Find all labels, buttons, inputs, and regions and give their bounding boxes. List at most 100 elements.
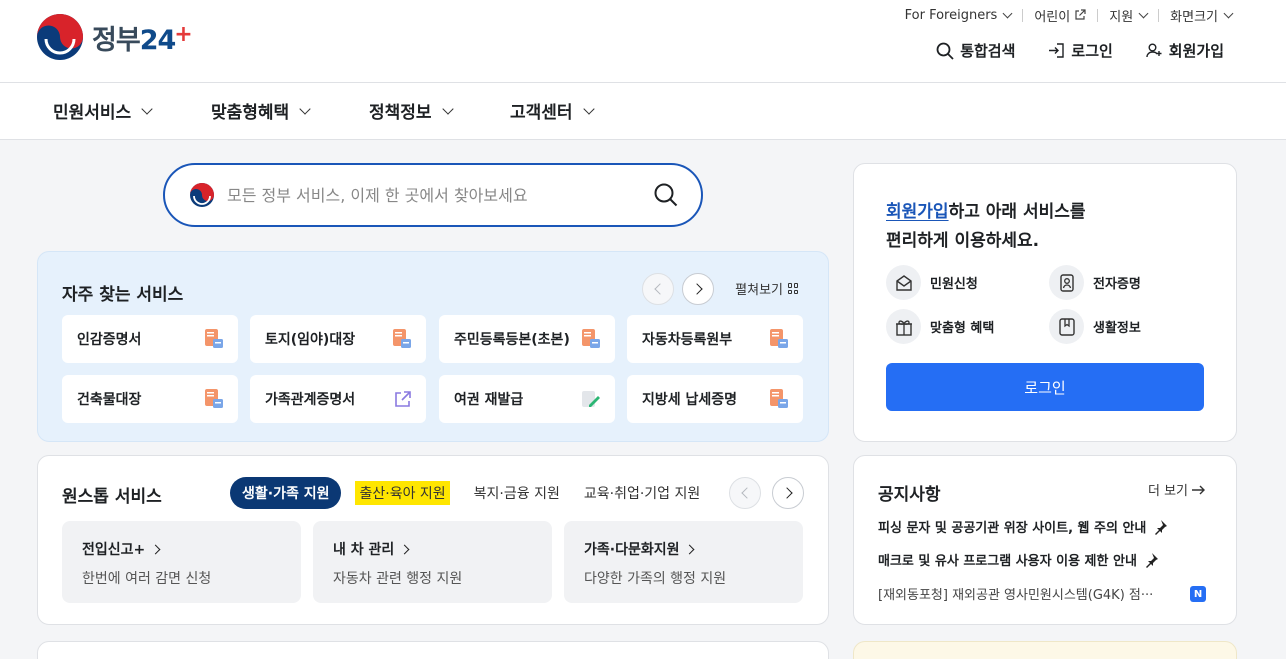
onestop-card[interactable]: 전입신고+ 한번에 여러 감면 신청 [62,521,301,603]
service-card[interactable]: 인감증명서 [62,315,238,363]
notice-panel: 공지사항 더 보기 피싱 문자 및 공공기관 위장 사이트, 웹 주의 안내 매… [853,455,1237,625]
service-card[interactable]: 여권 재발급 [439,375,615,423]
search-icon [936,42,954,60]
more-link[interactable]: 더 보기 [1148,480,1206,499]
logo-text: 정부24 [92,24,176,56]
onestop-card[interactable]: 가족·다문화지원 다양한 가족의 행정 지원 [564,521,803,603]
bottom-panel-right [853,641,1237,659]
service-life-info: 생활정보 [1049,309,1141,344]
document-icon [393,329,411,348]
expand-view-button[interactable]: 펼쳐보기 [735,279,799,298]
logo-plus: + [174,21,193,47]
mail-inbox-icon [886,265,921,300]
chevron-down-icon [1002,8,1013,18]
taegeuk-logo-icon [37,14,83,60]
integrated-search-link[interactable]: 통합검색 [936,40,1015,61]
section-title: 자주 찾는 서비스 [62,285,184,305]
login-icon [1049,43,1065,58]
chevron-down-icon [582,102,595,115]
document-icon [205,389,223,408]
notice-item[interactable]: 매크로 및 유사 프로그램 사용자 이용 제한 안내 [878,550,1159,569]
search-icon[interactable] [653,182,679,208]
chevron-right-icon [399,544,410,554]
nav-civil-services[interactable]: 민원서비스 [53,98,153,123]
notice-item[interactable]: 피싱 문자 및 공공기관 위장 사이트, 웹 주의 안내 [878,517,1168,536]
chevron-right-icon [780,487,793,499]
service-custom-benefits: 맞춤형 혜택 [886,309,994,344]
bookmark-icon [1049,309,1084,344]
onestop-services-panel: 원스톱 서비스 생활·가족 지원 출산·육아 지원 복지·금융 지원 교육·취업… [37,455,829,625]
tab-welfare-finance[interactable]: 복지·금융 지원 [464,477,570,509]
chevron-left-icon [653,283,666,295]
chevron-down-icon [299,102,311,115]
divider [1097,8,1099,22]
tab-education-jobs[interactable]: 교육·취업·기업 지원 [574,477,710,509]
frequent-services-panel: 자주 찾는 서비스 펼쳐보기 인감증명서 토지(임야)대장 주민등록등본(초본)… [37,251,829,442]
tab-life-family[interactable]: 생활·가족 지원 [230,477,342,509]
chevron-left-icon [740,487,753,499]
login-panel: 회원가입하고 아래 서비스를 편리하게 이용하세요. 민원신청 전자증명 맞춤형… [853,163,1237,442]
nav-customer-center[interactable]: 고객센터 [510,98,595,123]
util-support[interactable]: 지원 [1109,6,1149,25]
util-for-foreigners[interactable]: For Foreigners [905,8,1013,23]
search-input[interactable] [227,185,627,205]
service-card[interactable]: 토지(임야)대장 [250,315,426,363]
login-message: 회원가입하고 아래 서비스를 편리하게 이용하세요. [886,202,1086,251]
chevron-down-icon [1138,8,1149,18]
next-button[interactable] [682,273,714,305]
util-kids[interactable]: 어린이 [1034,6,1086,25]
external-link-icon [1075,9,1086,20]
grid-icon [788,283,799,294]
divider [1158,8,1160,22]
divider [1022,8,1024,22]
pin-icon [1145,552,1158,568]
arrow-right-icon [1192,485,1205,494]
main-nav: 민원서비스 맞춤형혜택 정책정보 고객센터 [0,83,1286,140]
tab-birth-childcare[interactable]: 출산·육아 지원 [345,477,459,509]
signup-link[interactable]: 회원가입 [1146,40,1224,61]
pin-icon [1155,519,1168,535]
login-link[interactable]: 로그인 [1048,40,1113,61]
section-title: 원스톱 서비스 [62,487,162,507]
service-e-certificate: 전자증명 [1049,265,1141,300]
main-search-box [163,163,703,227]
service-card[interactable]: 지방세 납세증명 [627,375,803,423]
prev-button[interactable] [729,477,761,509]
next-button[interactable] [772,477,804,509]
onestop-card[interactable]: 내 차 관리 자동차 관련 행정 지원 [313,521,552,603]
edit-document-icon [582,391,600,407]
nav-custom-benefits[interactable]: 맞춤형혜택 [211,98,311,123]
chevron-down-icon [1223,8,1234,18]
id-card-icon [1049,265,1084,300]
chevron-right-icon [690,283,703,295]
notice-item[interactable]: [재외동포청] 재외공관 영사민원시스템(G4K) 점··· [878,584,1153,603]
document-icon [582,329,600,348]
document-icon [770,329,788,348]
signup-inline-link[interactable]: 회원가입 [886,202,949,222]
prev-button[interactable] [642,273,674,305]
section-title: 공지사항 [878,485,941,505]
service-card[interactable]: 가족관계증명서 [250,375,426,423]
document-icon [205,329,223,348]
bottom-panel-left [37,641,829,659]
onestop-tabs: 생활·가족 지원 출산·육아 지원 복지·금융 지원 교육·취업·기업 지원 [230,477,714,509]
service-card[interactable]: 자동차등록원부 [627,315,803,363]
chevron-right-icon [685,544,695,554]
service-card[interactable]: 건축물대장 [62,375,238,423]
user-add-icon [1146,43,1162,58]
login-button[interactable]: 로그인 [886,363,1204,411]
utility-menu: For Foreigners 어린이 지원 화면크기 [905,6,1234,25]
site-header: 정부24 + For Foreigners 어린이 지원 화면크기 통합검색 로… [0,0,1286,83]
new-badge: N [1190,586,1206,602]
service-civil-application: 민원신청 [886,265,978,300]
gift-icon [886,309,921,344]
chevron-down-icon [141,102,153,115]
header-actions: 통합검색 로그인 회원가입 [936,40,1224,61]
util-screen-size[interactable]: 화면크기 [1170,6,1234,25]
document-icon [770,389,788,408]
nav-policy-info[interactable]: 정책정보 [369,98,454,123]
external-link-icon [395,391,411,407]
gov24-logo[interactable]: 정부24 + [36,13,193,61]
service-card[interactable]: 주민등록등본(초본) [439,315,615,363]
chevron-right-icon [150,544,161,554]
